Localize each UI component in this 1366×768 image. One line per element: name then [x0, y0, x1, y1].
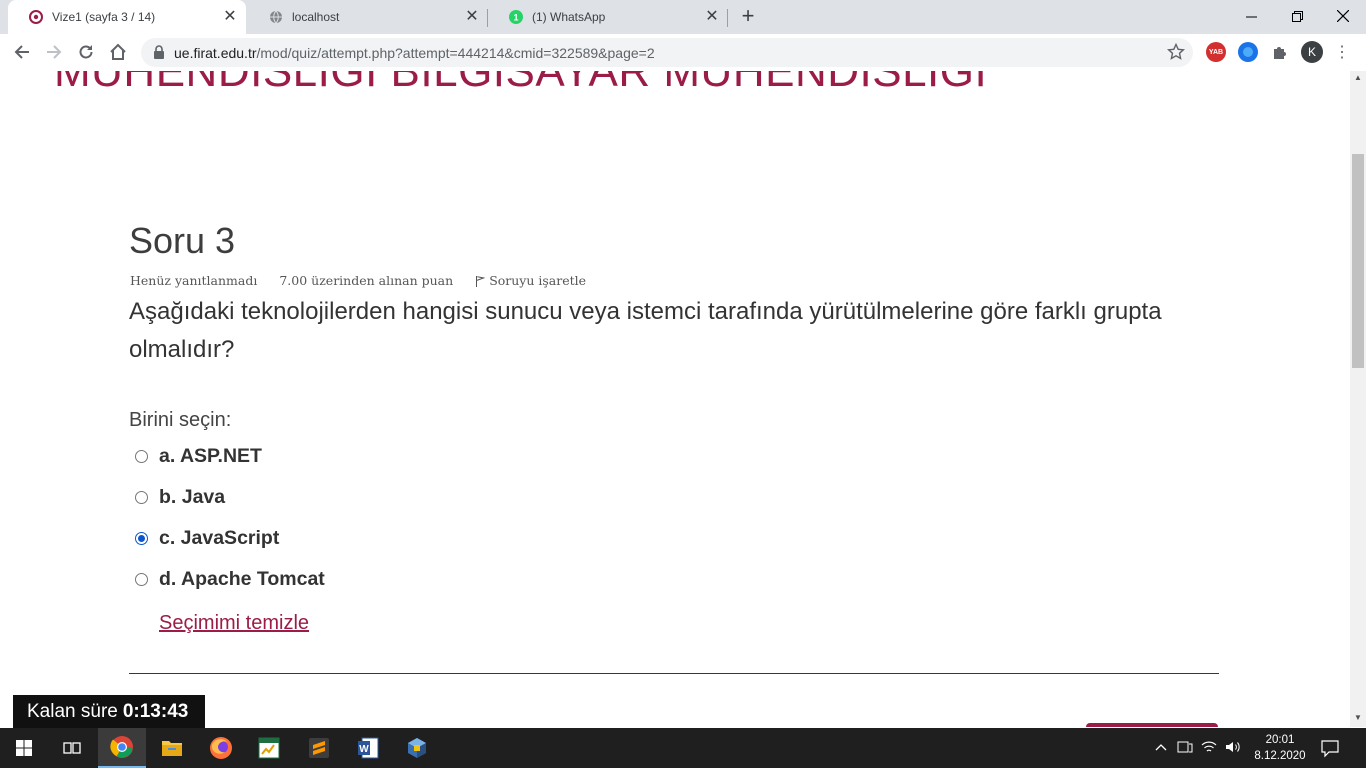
url-path: /mod/quiz/attempt.php?attempt=444214&cmi… — [256, 45, 655, 61]
flag-question-link[interactable]: Soruyu işaretle — [475, 273, 586, 288]
flag-icon — [476, 275, 486, 287]
divider — [129, 673, 1219, 674]
tab-strip: Vize1 (sayfa 3 / 14) ✕ localhost ✕ 1 (1)… — [0, 0, 1366, 34]
radio-button[interactable] — [135, 490, 148, 504]
firefox-icon[interactable] — [197, 728, 245, 768]
scroll-down-arrow-icon[interactable]: ▼ — [1350, 713, 1366, 725]
quiz-timer: Kalan süre 0:13:43 — [13, 695, 205, 728]
scroll-up-arrow-icon[interactable]: ▲ — [1350, 73, 1366, 85]
option-c[interactable]: c. JavaScript — [135, 525, 279, 551]
next-page-button[interactable] — [1086, 723, 1218, 727]
close-window-icon[interactable] — [1320, 0, 1366, 32]
virtualbox-icon[interactable] — [393, 728, 441, 768]
tab-title: (1) WhatsApp — [532, 10, 606, 24]
option-d[interactable]: d. Apache Tomcat — [135, 566, 325, 592]
radio-button[interactable] — [135, 572, 148, 586]
url-host: ue.firat.edu.tr — [174, 45, 257, 61]
tab-title: Vize1 (sayfa 3 / 14) — [52, 10, 156, 24]
option-label: d. Apache Tomcat — [159, 567, 325, 590]
browser-toolbar: ue.firat.edu.tr/mod/quiz/attempt.php?att… — [0, 34, 1366, 72]
tab-title: localhost — [292, 10, 340, 24]
question-status: Henüz yanıtlanmadı — [130, 273, 258, 288]
lock-icon[interactable] — [153, 45, 165, 64]
svg-text:1: 1 — [513, 13, 518, 23]
forward-icon[interactable] — [42, 40, 66, 64]
page-scrollbar[interactable]: ▲ ▼ — [1350, 71, 1366, 727]
clock-time: 20:01 — [1265, 734, 1295, 746]
sublime-text-icon[interactable] — [295, 728, 343, 768]
option-label: b. Java — [159, 485, 226, 508]
page-content: MÜHENDİSLİĞİ BİLGİSAYAR MÜHENDİSLİĞİ Sor… — [0, 71, 1350, 727]
radio-dot — [138, 534, 145, 542]
option-b[interactable]: b. Java — [135, 484, 225, 510]
option-a[interactable]: a. ASP.NET — [135, 443, 262, 469]
network-icon[interactable] — [1201, 740, 1217, 757]
back-icon[interactable] — [10, 40, 34, 64]
blue-extension-icon[interactable] — [1238, 42, 1258, 62]
start-icon[interactable] — [0, 728, 48, 768]
spreadsheet-icon[interactable] — [245, 728, 293, 768]
whatsapp-icon: 1 — [508, 9, 524, 25]
tab-whatsapp[interactable]: 1 (1) WhatsApp ✕ — [488, 0, 728, 34]
close-tab-icon[interactable]: ✕ — [464, 9, 480, 25]
input-language-icon[interactable] — [1177, 740, 1193, 757]
course-title: MÜHENDİSLİĞİ BİLGİSAYAR MÜHENDİSLİĞİ — [54, 71, 988, 96]
profile-avatar[interactable]: K — [1301, 41, 1323, 63]
address-bar[interactable]: ue.firat.edu.tr/mod/quiz/attempt.php?att… — [141, 38, 1193, 67]
more-menu-icon[interactable]: ⋮ — [1334, 40, 1350, 64]
globe-icon — [268, 9, 284, 25]
moodle-icon — [28, 9, 44, 25]
timer-value: 0:13:43 — [122, 700, 189, 722]
system-tray — [1150, 728, 1241, 768]
radio-button-selected[interactable] — [135, 531, 148, 545]
scrollbar-thumb[interactable] — [1352, 154, 1364, 368]
windows-taskbar: W 20:01 8.12.2020 — [0, 728, 1366, 768]
tab-quiz[interactable]: Vize1 (sayfa 3 / 14) ✕ — [8, 0, 246, 34]
restore-icon[interactable] — [1274, 0, 1320, 32]
option-label: a. ASP.NET — [159, 444, 262, 467]
yab-extension-icon[interactable]: YAB — [1206, 42, 1226, 62]
home-icon[interactable] — [106, 40, 130, 64]
option-label: c. JavaScript — [159, 526, 280, 549]
minimize-icon[interactable] — [1228, 0, 1274, 32]
radio-button[interactable] — [135, 449, 148, 463]
close-tab-icon[interactable]: ✕ — [222, 9, 238, 25]
task-view-icon[interactable] — [48, 728, 96, 768]
question-text: Aşağıdaki teknolojilerden hangisi sunucu… — [129, 298, 1162, 363]
chrome-icon[interactable] — [98, 728, 146, 768]
svg-text:W: W — [359, 744, 369, 755]
volume-icon[interactable] — [1225, 740, 1241, 757]
word-icon[interactable]: W — [344, 728, 392, 768]
flag-question-label: Soruyu işaretle — [489, 273, 587, 288]
bookmark-star-icon[interactable] — [1166, 42, 1186, 66]
clear-choice-link[interactable]: Seçimimi temizle — [159, 612, 309, 635]
clock-date: 8.12.2020 — [1254, 750, 1306, 762]
extensions-puzzle-icon[interactable] — [1270, 42, 1290, 62]
close-tab-icon[interactable]: ✕ — [704, 9, 720, 25]
reload-icon[interactable] — [74, 40, 98, 64]
answer-prompt: Birini seçin: — [129, 409, 232, 431]
new-tab-button[interactable]: + — [737, 5, 759, 27]
question-points: 7.00 üzerinden alınan puan — [279, 273, 454, 288]
notifications-icon[interactable] — [1320, 738, 1340, 758]
file-explorer-icon[interactable] — [148, 728, 196, 768]
system-clock[interactable]: 20:01 8.12.2020 — [1250, 732, 1310, 764]
question-info: Henüz yanıtlanmadı 7.00 üzerinden alınan… — [130, 273, 586, 288]
question-heading: Soru 3 — [129, 220, 236, 261]
url-text: ue.firat.edu.tr/mod/quiz/attempt.php?att… — [174, 45, 655, 61]
tab-localhost[interactable]: localhost ✕ — [248, 0, 488, 34]
timer-label: Kalan süre — [27, 700, 118, 722]
tab-separator — [727, 9, 728, 27]
show-hidden-icons-icon[interactable] — [1155, 742, 1167, 755]
